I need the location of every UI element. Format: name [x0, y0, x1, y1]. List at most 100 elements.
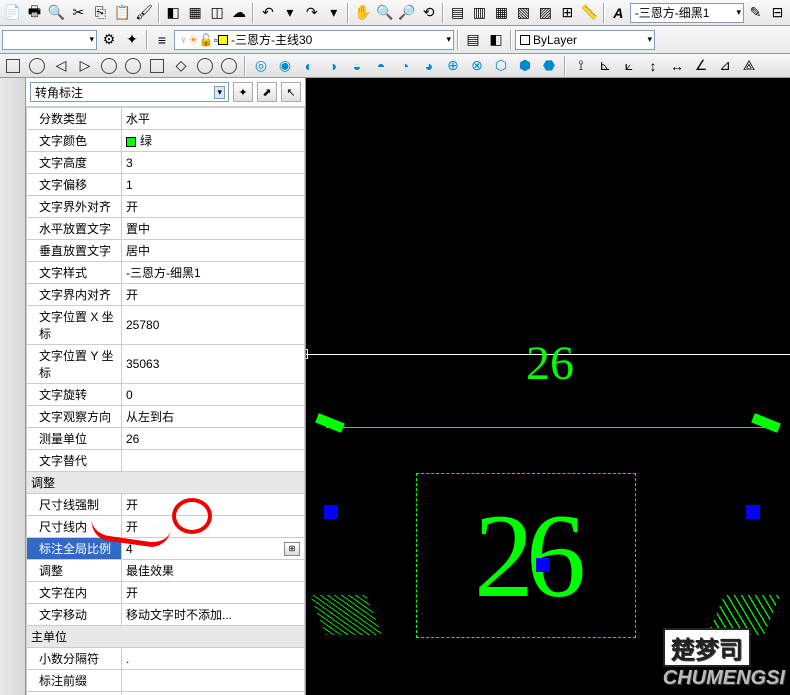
prop-value[interactable]: 0 — [122, 384, 305, 406]
prop-row[interactable]: 调整最佳效果 — [27, 560, 305, 582]
color-combo[interactable]: ByLayer — [515, 30, 655, 50]
text-tool2-icon[interactable]: ⊟ — [767, 2, 788, 24]
orbit3-icon[interactable]: ◐ — [298, 55, 320, 77]
dim3-icon[interactable]: ⟀ — [618, 55, 640, 77]
layer-state-icon[interactable]: ≡ — [151, 29, 173, 51]
prop-row[interactable]: 尺寸线强制开 — [27, 494, 305, 516]
prop-value[interactable]: 水平 — [122, 108, 305, 130]
shape5-icon[interactable] — [98, 55, 120, 77]
pan-icon[interactable]: ✋ — [352, 2, 373, 24]
paste-icon[interactable]: 📋 — [112, 2, 133, 24]
orbit6-icon[interactable]: ◓ — [370, 55, 392, 77]
section-header[interactable]: 主单位 — [27, 626, 305, 648]
orbit8-icon[interactable]: ◕ — [418, 55, 440, 77]
dim5-icon[interactable]: ↔ — [666, 55, 688, 77]
iso2-icon[interactable]: ⬢ — [514, 55, 536, 77]
prop-value[interactable]: 26 — [122, 428, 305, 450]
orbit5-icon[interactable]: ◒ — [346, 55, 368, 77]
text-style-combo[interactable]: -三恩方-细黑1 — [630, 3, 744, 23]
prop-row[interactable]: 文字界内对齐开 — [27, 284, 305, 306]
text-a-icon[interactable]: A — [608, 2, 629, 24]
orbit7-icon[interactable]: ◔ — [394, 55, 416, 77]
dimension-text-large[interactable]: 26 — [416, 473, 636, 638]
layer-combo[interactable]: ♀☀🔓▫ -三恩方-主线30 — [174, 30, 454, 50]
prop-row[interactable]: 文字旋转0 — [27, 384, 305, 406]
prop-icon[interactable]: ▤ — [447, 2, 468, 24]
lt-icon[interactable]: ▨ — [535, 2, 556, 24]
section-header[interactable]: 调整 — [27, 472, 305, 494]
shape6-icon[interactable] — [122, 55, 144, 77]
grip[interactable] — [746, 505, 760, 519]
dim2-icon[interactable]: ⊾ — [594, 55, 616, 77]
prop-row[interactable]: 文字颜色绿 — [27, 130, 305, 152]
new-icon[interactable]: 📄 — [2, 2, 23, 24]
prop-row[interactable]: 标注前缀 — [27, 670, 305, 692]
prop-value[interactable]: 开 — [122, 582, 305, 604]
prop-row[interactable]: 文字位置 Y 坐标35063 — [27, 345, 305, 384]
dim4-icon[interactable]: ↕ — [642, 55, 664, 77]
prop-value[interactable]: . — [122, 648, 305, 670]
orbit2-icon[interactable]: ◉ — [274, 55, 296, 77]
prop-row[interactable]: 标注后缀 — [27, 692, 305, 695]
prop-value[interactable] — [122, 450, 305, 472]
lp-icon[interactable]: ◧ — [485, 29, 507, 51]
prop-value[interactable] — [122, 692, 305, 695]
shape2-icon[interactable] — [26, 55, 48, 77]
prop-value[interactable]: 移动文字时不添加... — [122, 604, 305, 626]
shape10-icon[interactable] — [218, 55, 240, 77]
prop-row[interactable]: 小数分隔符. — [27, 648, 305, 670]
iso3-icon[interactable]: ⬣ — [538, 55, 560, 77]
redo-icon[interactable]: ↷ — [301, 2, 322, 24]
prop-value[interactable]: 开 — [122, 494, 305, 516]
orbit1-icon[interactable]: ◎ — [250, 55, 272, 77]
redo-drop-icon[interactable]: ▾ — [323, 2, 344, 24]
object-type-combo[interactable]: 转角标注 — [30, 82, 229, 102]
undo-drop-icon[interactable]: ▾ — [279, 2, 300, 24]
quickselect-icon[interactable]: ✦ — [233, 82, 253, 102]
prop-row[interactable]: 文字在内开 — [27, 582, 305, 604]
prop-value[interactable]: 从左到右 — [122, 406, 305, 428]
zoom-prev-icon[interactable]: ⟲ — [418, 2, 439, 24]
tool-icon[interactable]: ▦ — [491, 2, 512, 24]
dim7-icon[interactable]: ⊿ — [714, 55, 736, 77]
shape7-icon[interactable] — [146, 55, 168, 77]
prop-value[interactable] — [122, 670, 305, 692]
layers-icon[interactable]: ▤ — [462, 29, 484, 51]
gear2-icon[interactable]: ✦ — [121, 29, 143, 51]
text-tool-icon[interactable]: ✎ — [745, 2, 766, 24]
orbit9-icon[interactable]: ⊕ — [442, 55, 464, 77]
calc-icon[interactable]: ⊞ — [557, 2, 578, 24]
prop-row[interactable]: 文字界外对齐开 — [27, 196, 305, 218]
shape8-icon[interactable]: ◇ — [170, 55, 192, 77]
prop-row[interactable]: 文字移动移动文字时不添加... — [27, 604, 305, 626]
prop-row[interactable]: 水平放置文字置中 — [27, 218, 305, 240]
zoom-window-icon[interactable]: 🔎 — [396, 2, 417, 24]
grip[interactable] — [536, 558, 550, 572]
prop-value[interactable]: 绿 — [122, 130, 305, 152]
sheet-icon[interactable]: ▥ — [469, 2, 490, 24]
prop-value[interactable]: 置中 — [122, 218, 305, 240]
properties-scroll[interactable]: 分数类型水平文字颜色绿文字高度3文字偏移1文字界外对齐开水平放置文字置中垂直放置… — [26, 106, 305, 695]
shape9-icon[interactable] — [194, 55, 216, 77]
shape4-icon[interactable]: ▷ — [74, 55, 96, 77]
prop-value[interactable]: 25780 — [122, 306, 305, 345]
prop-row[interactable]: 分数类型水平 — [27, 108, 305, 130]
shape3-icon[interactable]: ◁ — [50, 55, 72, 77]
prop-row[interactable]: 测量单位26 — [27, 428, 305, 450]
prop-value[interactable]: 3 — [122, 152, 305, 174]
gear-icon[interactable]: ⚙ — [98, 29, 120, 51]
undo-icon[interactable]: ↶ — [257, 2, 278, 24]
prop-row[interactable]: 文字高度3 — [27, 152, 305, 174]
print-icon[interactable]: 🖶 — [24, 2, 45, 24]
prop-row[interactable]: 垂直放置文字居中 — [27, 240, 305, 262]
dim8-icon[interactable]: ⟁ — [738, 55, 760, 77]
match-icon[interactable]: 🖌 — [134, 2, 155, 24]
iso1-icon[interactable]: ⬡ — [490, 55, 512, 77]
prop-value[interactable]: 开 — [122, 196, 305, 218]
block3-icon[interactable]: ◫ — [207, 2, 228, 24]
prop-value[interactable]: 开 — [122, 284, 305, 306]
zoom-icon[interactable]: 🔍 — [374, 2, 395, 24]
unnamed-combo[interactable] — [2, 30, 97, 50]
drawing-canvas[interactable]: 26 26 楚梦司 CHUMENGSI — [306, 78, 790, 695]
cloud-icon[interactable]: ☁ — [229, 2, 250, 24]
